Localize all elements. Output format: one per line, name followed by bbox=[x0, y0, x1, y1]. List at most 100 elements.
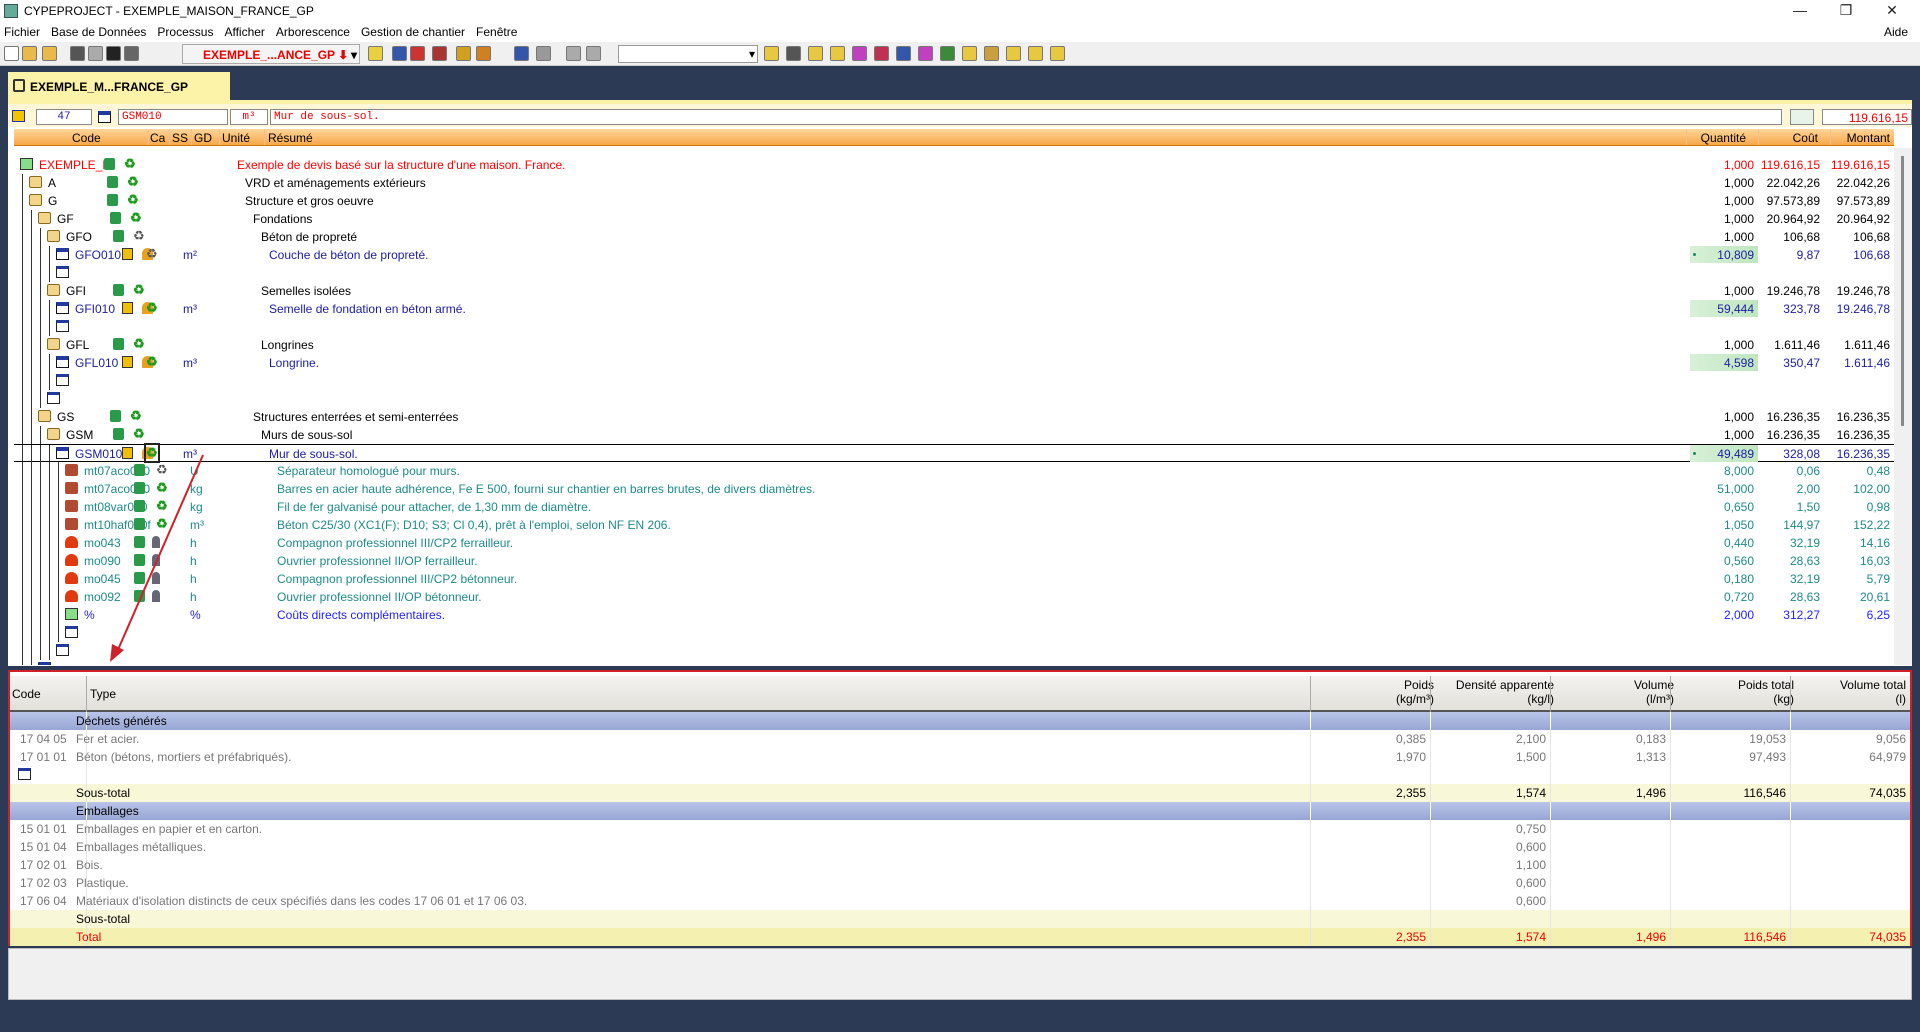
recycle-icon[interactable]: ♻ bbox=[127, 174, 139, 190]
unit-icon[interactable] bbox=[56, 356, 69, 368]
col-gd[interactable]: GD bbox=[194, 131, 212, 145]
menu-afficher[interactable]: Afficher bbox=[224, 25, 264, 39]
recycle-icon[interactable]: ♻ bbox=[133, 336, 145, 352]
tree-row[interactable]: GFL010 ♻ m³ Longrine. 4,598 350,47 1.611,46 bbox=[14, 354, 1894, 372]
add-row[interactable] bbox=[14, 390, 1894, 408]
col-cout[interactable]: Coût bbox=[1793, 131, 1818, 145]
brick-icon[interactable] bbox=[65, 500, 78, 512]
worker-icon[interactable] bbox=[152, 554, 160, 566]
document-scroll-icon[interactable] bbox=[134, 464, 145, 476]
price-icon[interactable] bbox=[122, 356, 133, 368]
unit-field[interactable]: m³ bbox=[230, 109, 268, 125]
folder-icon[interactable] bbox=[47, 338, 60, 350]
brick-icon[interactable] bbox=[65, 464, 78, 476]
toolbar-button-icon[interactable] bbox=[830, 46, 845, 61]
toolbar-button-icon[interactable] bbox=[566, 46, 581, 61]
col-volume[interactable]: Volume (l/m³) bbox=[1634, 678, 1674, 706]
recycle-icon[interactable]: ♻ bbox=[133, 228, 145, 244]
waste-total-row[interactable]: Total 2,355 1,574 1,496 116,546 74,035 bbox=[10, 928, 1910, 946]
unit-icon[interactable] bbox=[56, 248, 69, 260]
document-scroll-icon[interactable] bbox=[113, 428, 124, 440]
folder-icon[interactable] bbox=[38, 410, 51, 422]
hat-icon[interactable] bbox=[65, 536, 78, 548]
waste-group-row[interactable]: Emballages bbox=[10, 802, 1910, 820]
toolbar-button-icon[interactable] bbox=[432, 46, 447, 61]
toolbar-button-icon[interactable] bbox=[918, 46, 933, 61]
project-select[interactable]: EXEMPLE_...ANCE_GP ⬇ ▾ bbox=[182, 44, 360, 64]
tree-row[interactable]: mo045 h Compagnon professionnel III/CP2 bé… bbox=[14, 570, 1894, 588]
line-number-field[interactable]: 47 bbox=[36, 109, 92, 125]
toolbar-button-icon[interactable] bbox=[1050, 46, 1065, 61]
add-icon[interactable] bbox=[65, 626, 78, 638]
col-ss[interactable]: SS bbox=[172, 131, 188, 145]
worker-icon[interactable] bbox=[152, 536, 160, 548]
add-icon[interactable] bbox=[56, 266, 69, 278]
recycle-icon[interactable]: ♻ bbox=[146, 246, 158, 262]
recycle-icon[interactable]: ♻ bbox=[146, 300, 158, 316]
menu-base-de-donnees[interactable]: Base de Données bbox=[51, 25, 146, 39]
recycle-icon[interactable]: ♻ bbox=[133, 426, 145, 442]
menu-fenetre[interactable]: Fenêtre bbox=[476, 25, 517, 39]
toolbar-button-icon[interactable] bbox=[586, 46, 601, 61]
col-unite[interactable]: Unité bbox=[222, 131, 250, 145]
price-icon[interactable] bbox=[122, 248, 133, 260]
toolbar-button-icon[interactable] bbox=[514, 46, 529, 61]
tree-row[interactable]: GS ♻ Structures enterrées et semi-enterrée… bbox=[14, 408, 1894, 426]
add-row-icon[interactable] bbox=[18, 768, 31, 780]
col-poids-total[interactable]: Poids total (kg) bbox=[1738, 678, 1794, 706]
pct-icon[interactable] bbox=[65, 608, 78, 620]
tree-row[interactable]: %% Coûts directs complémentaires. 2,000 312… bbox=[14, 606, 1894, 624]
menu-aide[interactable]: Aide bbox=[1884, 25, 1908, 39]
tree-row[interactable]: GSM010 ♻ m³ Mur de sous-sol. 49,489 328,08 16.… bbox=[14, 443, 1894, 463]
toolbar-button-icon[interactable] bbox=[786, 46, 801, 61]
budget-icon[interactable] bbox=[20, 158, 33, 170]
tree-scrollbar[interactable] bbox=[1894, 148, 1912, 665]
recycle-icon[interactable]: ♻ bbox=[133, 282, 145, 298]
hat-icon[interactable] bbox=[65, 554, 78, 566]
tree-row[interactable]: mt07aco050 ♻ kg Barres en acier haute adhér… bbox=[14, 480, 1894, 498]
col-type[interactable]: Type bbox=[90, 687, 116, 701]
maximize-button[interactable]: ❐ bbox=[1826, 2, 1866, 19]
hat-icon[interactable] bbox=[65, 590, 78, 602]
recycle-icon[interactable]: ♻ bbox=[156, 498, 168, 514]
col-code[interactable]: Code bbox=[72, 131, 101, 145]
recycle-icon[interactable]: ♻ bbox=[130, 408, 142, 424]
toolbar-button-icon[interactable] bbox=[368, 46, 383, 61]
document-scroll-icon[interactable] bbox=[110, 212, 121, 224]
col-volume-total[interactable]: Volume total (l) bbox=[1840, 678, 1906, 706]
tree-row[interactable]: EXEMPLE_M ♻ Exemple de devis basé sur la s… bbox=[14, 156, 1894, 174]
bookmark-icon[interactable] bbox=[12, 110, 25, 122]
waste-row-row[interactable]: 17 04 05 Fer et acier. 0,385 2,100 0,183 19,0… bbox=[10, 730, 1910, 748]
toolbar-button-icon[interactable] bbox=[70, 46, 85, 61]
col-densite[interactable]: Densité apparente (kg/l) bbox=[1456, 678, 1554, 706]
scrollbar-thumb[interactable] bbox=[1901, 156, 1904, 426]
add-icon[interactable] bbox=[47, 392, 60, 404]
add-row[interactable] bbox=[14, 264, 1894, 282]
document-scroll-icon[interactable] bbox=[134, 572, 145, 584]
waste-row-row[interactable]: 17 02 01 Bois. 1,100 bbox=[10, 856, 1910, 874]
tree-row[interactable]: mo090 h Ouvrier professionnel II/OP ferrai… bbox=[14, 552, 1894, 570]
recycle-icon[interactable]: ♻ bbox=[156, 480, 168, 496]
toolbar-button-icon[interactable] bbox=[962, 46, 977, 61]
toolbar-button-icon[interactable] bbox=[22, 46, 37, 61]
tree-row[interactable]: GFO010 ♻ m² Couche de béton de propreté. 10,… bbox=[14, 246, 1894, 264]
tree-row[interactable]: GSM ♻ Murs de sous-sol 1,000 16.236,35 16.236… bbox=[14, 426, 1894, 444]
col-code[interactable]: Code bbox=[12, 687, 41, 701]
tree-row[interactable]: mt08var050 ♻ kg Fil de fer galvanisé pour a… bbox=[14, 498, 1894, 516]
document-scroll-icon[interactable] bbox=[113, 338, 124, 350]
toolbar-button-icon[interactable] bbox=[874, 46, 889, 61]
document-scroll-icon[interactable] bbox=[104, 158, 115, 170]
add-icon[interactable] bbox=[38, 662, 51, 665]
recycle-icon[interactable]: ♻ bbox=[156, 516, 168, 532]
toolbar-button-icon[interactable] bbox=[4, 46, 19, 61]
toolbar-button-icon[interactable] bbox=[88, 46, 103, 61]
toolbar-button-icon[interactable] bbox=[896, 46, 911, 61]
col-poids[interactable]: Poids (kg/m³) bbox=[1396, 678, 1434, 706]
recycle-icon[interactable]: ♻ bbox=[130, 210, 142, 226]
add-row[interactable] bbox=[14, 624, 1894, 642]
recycle-icon[interactable]: ♻ bbox=[146, 354, 158, 370]
unit-icon[interactable] bbox=[56, 302, 69, 314]
tree-row[interactable]: A ♻ VRD et aménagements extérieurs 1,000 22.… bbox=[14, 174, 1894, 192]
tab-project[interactable]: EXEMPLE_M...FRANCE_GP bbox=[8, 72, 230, 100]
folder-icon[interactable] bbox=[29, 176, 42, 188]
